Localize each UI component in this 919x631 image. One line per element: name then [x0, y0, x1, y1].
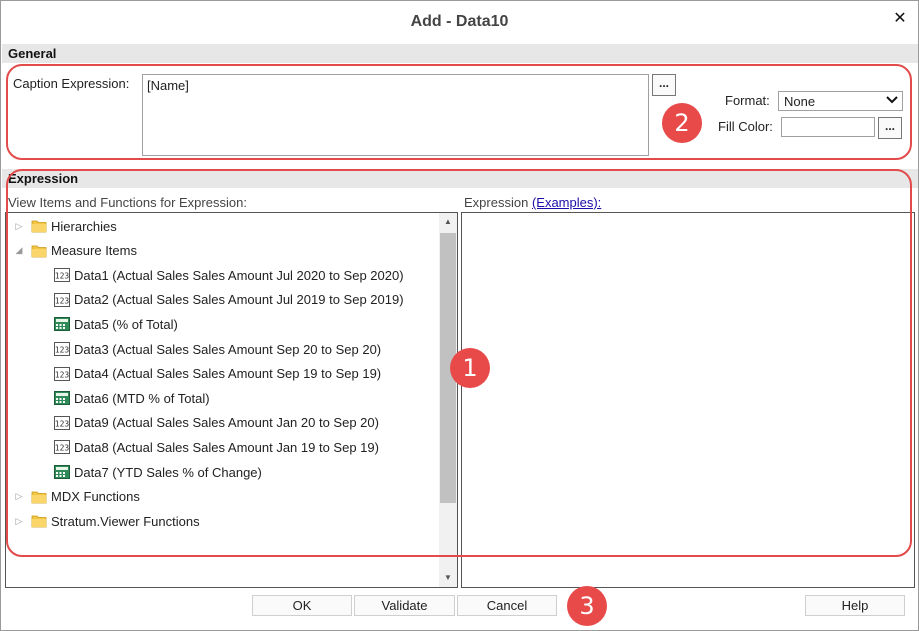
dialog-title: Add - Data10 — [410, 13, 509, 30]
help-button[interactable]: Help — [805, 595, 905, 616]
close-icon[interactable]: ✕ — [892, 11, 908, 27]
highlight-general — [6, 64, 912, 160]
cancel-button[interactable]: Cancel — [457, 595, 557, 616]
general-section-header: General — [2, 44, 918, 63]
dialog-titlebar: Add - Data10 ✕ — [1, 1, 918, 43]
ok-button[interactable]: OK — [252, 595, 352, 616]
callout-badge-1: 1 — [450, 348, 490, 388]
add-data-dialog: Add - Data10 ✕ General Caption Expressio… — [0, 0, 919, 631]
validate-button[interactable]: Validate — [354, 595, 455, 616]
callout-badge-2: 2 — [662, 103, 702, 143]
scroll-down-icon[interactable]: ▼ — [439, 569, 457, 587]
callout-badge-3: 3 — [567, 586, 607, 626]
